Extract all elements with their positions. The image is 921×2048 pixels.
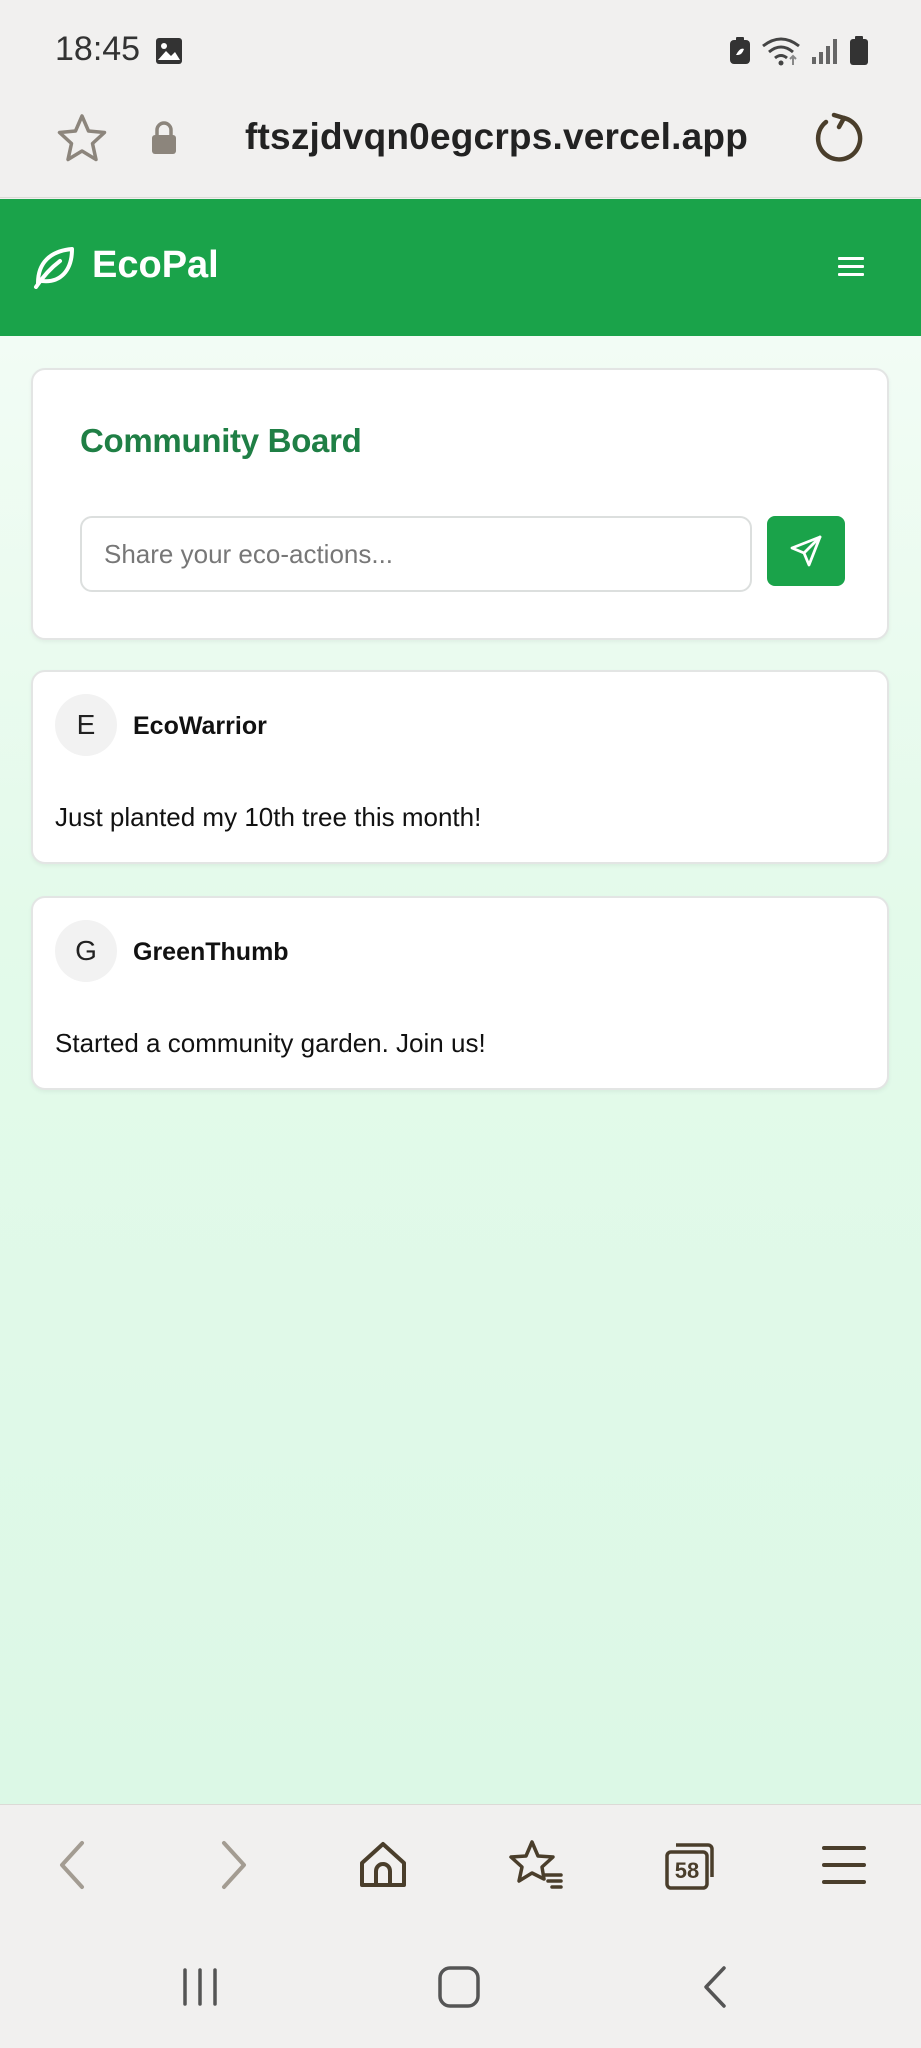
forward-arrow-icon[interactable] bbox=[204, 1837, 260, 1893]
main-content: Community Board E EcoWarrior Just plante… bbox=[0, 336, 921, 1804]
recent-apps-icon[interactable] bbox=[175, 1962, 225, 2012]
browser-bottom-toolbar: 58 bbox=[0, 1804, 921, 1924]
send-icon bbox=[790, 535, 822, 567]
lock-icon bbox=[152, 121, 176, 154]
brand-name[interactable]: EcoPal bbox=[92, 244, 219, 287]
reload-icon[interactable] bbox=[810, 110, 866, 166]
battery-saver-icon bbox=[730, 37, 750, 64]
post-card: G GreenThumb Started a community garden.… bbox=[31, 896, 889, 1090]
post-username: GreenThumb bbox=[133, 938, 289, 966]
image-icon bbox=[156, 38, 182, 64]
nav-back-icon[interactable] bbox=[692, 1962, 742, 2012]
app-header: EcoPal bbox=[0, 199, 921, 336]
post-card: E EcoWarrior Just planted my 10th tree t… bbox=[31, 670, 889, 864]
avatar: G bbox=[55, 920, 117, 982]
browser-url-bar: ftszjdvqn0egcrps.vercel.app bbox=[0, 100, 921, 198]
board-title: Community Board bbox=[80, 422, 362, 459]
star-icon[interactable] bbox=[55, 112, 109, 166]
home-square-icon[interactable] bbox=[434, 1962, 484, 2012]
tab-count: 58 bbox=[674, 1858, 700, 1883]
back-arrow-icon[interactable] bbox=[46, 1837, 102, 1893]
post-text: Started a community garden. Join us! bbox=[55, 1028, 486, 1058]
send-button[interactable] bbox=[767, 516, 845, 586]
post-username: EcoWarrior bbox=[133, 712, 267, 740]
status-time: 18:45 bbox=[55, 30, 141, 68]
tabs-button[interactable]: 58 bbox=[662, 1837, 718, 1893]
browser-menu-icon[interactable] bbox=[816, 1837, 872, 1893]
community-board-card: Community Board bbox=[31, 368, 889, 640]
post-input[interactable] bbox=[80, 516, 752, 592]
post-text: Just planted my 10th tree this month! bbox=[55, 802, 482, 832]
bookmarks-icon[interactable] bbox=[508, 1837, 564, 1893]
status-bar: 18:45 bbox=[0, 0, 921, 100]
wifi-icon bbox=[762, 37, 800, 66]
hamburger-menu-icon[interactable] bbox=[836, 254, 866, 280]
url-text[interactable]: ftszjdvqn0egcrps.vercel.app bbox=[245, 116, 748, 158]
home-icon[interactable] bbox=[355, 1837, 411, 1893]
status-icons bbox=[729, 34, 869, 68]
signal-icon bbox=[812, 39, 837, 64]
avatar: E bbox=[55, 694, 117, 756]
system-nav-bar bbox=[0, 1924, 921, 2048]
leaf-icon bbox=[34, 247, 74, 289]
battery-icon bbox=[850, 36, 868, 65]
